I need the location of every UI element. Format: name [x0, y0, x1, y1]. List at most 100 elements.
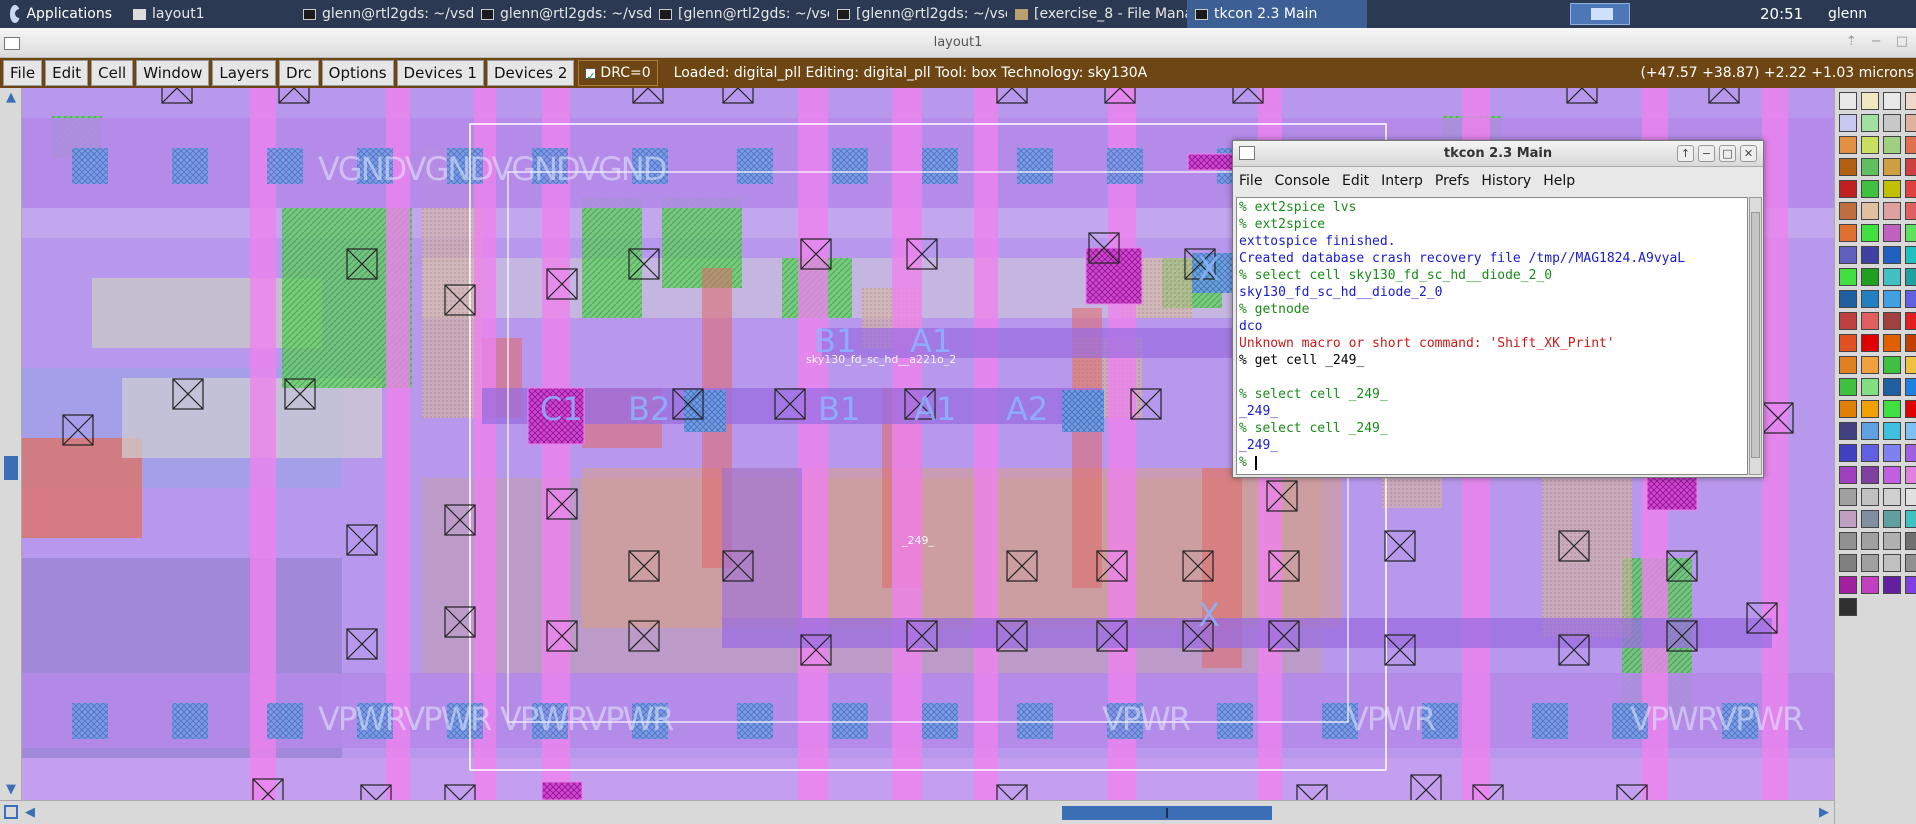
layer-swatch[interactable]: [1905, 356, 1916, 374]
layer-swatch[interactable]: [1883, 312, 1901, 330]
layer-swatch[interactable]: [1839, 268, 1857, 286]
maximize-icon[interactable]: □: [1719, 145, 1736, 162]
layer-swatch[interactable]: [1861, 92, 1879, 110]
taskbar-task[interactable]: tkcon 2.3 Main: [1187, 0, 1367, 28]
layer-swatch[interactable]: [1861, 378, 1879, 396]
layer-swatch[interactable]: [1883, 576, 1901, 594]
layer-swatch[interactable]: [1839, 444, 1857, 462]
layer-swatch[interactable]: [1905, 400, 1916, 418]
zoom-box-icon[interactable]: [4, 805, 18, 819]
taskbar-task[interactable]: layout1: [125, 0, 295, 28]
layer-swatch[interactable]: [1861, 444, 1879, 462]
layer-swatch[interactable]: [1861, 554, 1879, 572]
layer-swatch[interactable]: [1883, 378, 1901, 396]
layer-swatch[interactable]: [1905, 378, 1916, 396]
maximize-icon[interactable]: ⇡: [1846, 34, 1857, 49]
layer-swatch[interactable]: [1839, 532, 1857, 550]
layer-swatch[interactable]: [1883, 466, 1901, 484]
layer-swatch[interactable]: [1839, 136, 1857, 154]
drc-checkbox-icon[interactable]: [585, 65, 597, 89]
tkcon-menu-help[interactable]: Help: [1537, 173, 1581, 189]
drc-toggle[interactable]: DRC=0: [578, 60, 658, 89]
layer-swatch[interactable]: [1905, 334, 1916, 352]
menu-window-button[interactable]: Window: [136, 60, 210, 86]
layer-swatch[interactable]: [1839, 202, 1857, 220]
layer-swatch[interactable]: [1883, 180, 1901, 198]
layer-swatch[interactable]: [1883, 224, 1901, 242]
layer-swatch[interactable]: [1839, 554, 1857, 572]
layer-swatch[interactable]: [1905, 114, 1916, 132]
tkcon-window[interactable]: tkcon 2.3 Main ↑ − □ ✕ File Console Edit…: [1232, 140, 1764, 478]
close-icon[interactable]: ✕: [1740, 145, 1757, 162]
layer-swatch[interactable]: [1861, 180, 1879, 198]
tkcon-menu-console[interactable]: Console: [1268, 173, 1336, 189]
layer-swatch[interactable]: [1883, 334, 1901, 352]
applications-menu[interactable]: Applications: [0, 0, 122, 28]
layer-swatch[interactable]: [1905, 444, 1916, 462]
layer-swatch[interactable]: [1883, 290, 1901, 308]
layer-swatch[interactable]: [1839, 158, 1857, 176]
layer-swatch[interactable]: [1861, 136, 1879, 154]
layer-swatch[interactable]: [1883, 554, 1901, 572]
layer-swatch[interactable]: [1905, 158, 1916, 176]
layer-swatch[interactable]: [1883, 444, 1901, 462]
menu-options-button[interactable]: Options: [321, 60, 394, 86]
layer-swatch[interactable]: [1861, 510, 1879, 528]
workspace-pager[interactable]: [1570, 3, 1630, 25]
layer-swatch[interactable]: [1861, 488, 1879, 506]
layer-swatch[interactable]: [1905, 246, 1916, 264]
layer-swatch[interactable]: [1839, 92, 1857, 110]
restore-icon[interactable]: □: [1896, 34, 1908, 49]
layer-swatch[interactable]: [1883, 92, 1901, 110]
layer-swatch[interactable]: [1839, 510, 1857, 528]
layer-swatch[interactable]: [1839, 466, 1857, 484]
layer-swatch[interactable]: [1861, 158, 1879, 176]
layer-swatch[interactable]: [1861, 466, 1879, 484]
taskbar-task[interactable]: glenn@rtl2gds: ~/vsd_l...: [295, 0, 473, 28]
layer-swatch[interactable]: [1861, 202, 1879, 220]
layer-swatch[interactable]: [1883, 532, 1901, 550]
horizontal-scroll-thumb[interactable]: [1062, 806, 1272, 820]
layer-swatch[interactable]: [1905, 554, 1916, 572]
layer-swatch[interactable]: [1861, 224, 1879, 242]
layer-swatch[interactable]: [1839, 290, 1857, 308]
layer-swatch[interactable]: [1883, 136, 1901, 154]
layer-swatch[interactable]: [1905, 576, 1916, 594]
tkcon-menu-prefs[interactable]: Prefs: [1429, 173, 1475, 189]
taskbar-task[interactable]: [exercise_8 - File Mana...: [1007, 0, 1187, 28]
taskbar-task[interactable]: [glenn@rtl2gds: ~/vsd_l...: [651, 0, 829, 28]
layer-swatch[interactable]: [1905, 488, 1916, 506]
layer-swatch[interactable]: [1905, 510, 1916, 528]
layer-swatch[interactable]: [1883, 158, 1901, 176]
taskbar-task[interactable]: glenn@rtl2gds: ~/vsd_l...: [473, 0, 651, 28]
tkcon-titlebar[interactable]: tkcon 2.3 Main ↑ − □ ✕: [1233, 141, 1763, 167]
layer-swatch[interactable]: [1861, 334, 1879, 352]
user-name[interactable]: glenn: [1828, 0, 1867, 28]
layer-swatch[interactable]: [1883, 202, 1901, 220]
scroll-right-icon[interactable]: ▶: [1816, 805, 1832, 821]
layer-swatch[interactable]: [1839, 400, 1857, 418]
layer-swatch[interactable]: [1883, 356, 1901, 374]
tkcon-menu-edit[interactable]: Edit: [1336, 173, 1375, 189]
horizontal-scrollbar[interactable]: ◀ ▶: [0, 800, 1834, 824]
window-titlebar[interactable]: layout1 ⇡ − □: [0, 28, 1916, 58]
menu-edit-button[interactable]: Edit: [45, 60, 89, 86]
layer-swatch[interactable]: [1839, 356, 1857, 374]
layer-swatch[interactable]: [1839, 180, 1857, 198]
layer-swatch[interactable]: [1905, 466, 1916, 484]
layer-swatch[interactable]: [1861, 576, 1879, 594]
vertical-scrollbar[interactable]: ▲ ▼: [0, 88, 22, 800]
layer-swatch[interactable]: [1883, 268, 1901, 286]
layer-swatch[interactable]: [1883, 488, 1901, 506]
layer-swatch[interactable]: [1839, 246, 1857, 264]
tkcon-menu-interp[interactable]: Interp: [1375, 173, 1429, 189]
menu-devices1-button[interactable]: Devices 1: [396, 60, 484, 86]
layer-swatch[interactable]: [1861, 290, 1879, 308]
layer-swatch[interactable]: [1861, 532, 1879, 550]
layer-swatch[interactable]: [1883, 400, 1901, 418]
minimize-icon[interactable]: −: [1871, 34, 1882, 49]
layer-swatch[interactable]: [1861, 312, 1879, 330]
taskbar-task[interactable]: [glenn@rtl2gds: ~/vsd_l...: [829, 0, 1007, 28]
layer-swatch[interactable]: [1861, 114, 1879, 132]
menu-file-button[interactable]: File: [3, 60, 43, 86]
